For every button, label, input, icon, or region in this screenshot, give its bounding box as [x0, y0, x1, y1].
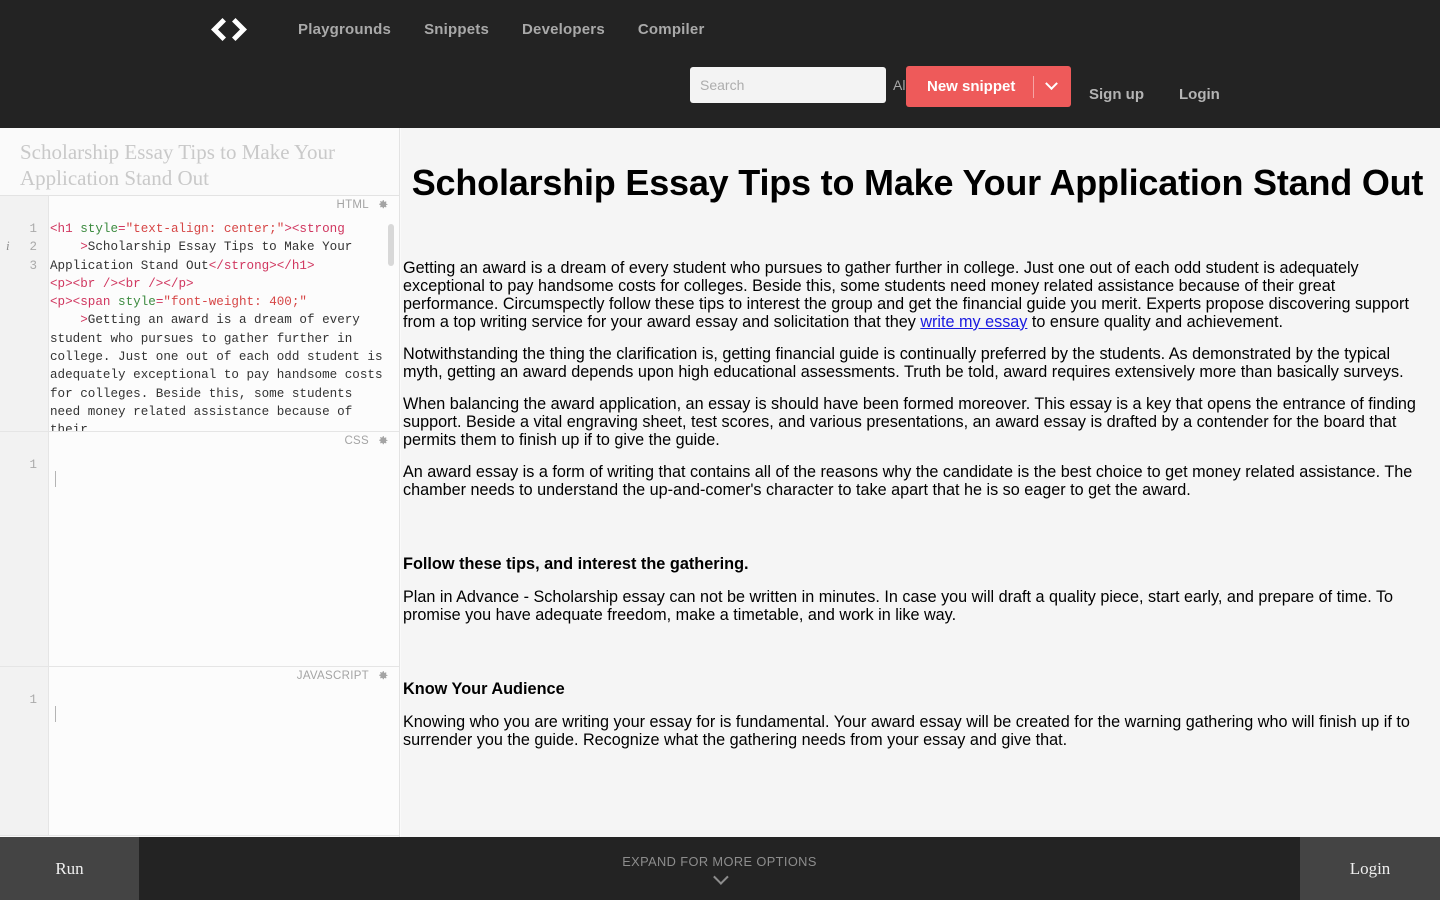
css-editor-pane[interactable]: 1 CSS: [0, 432, 399, 667]
chevron-down-icon: [713, 868, 729, 885]
code-brackets-logo-icon: [211, 18, 247, 41]
bottom-login-button[interactable]: Login: [1300, 837, 1440, 900]
preview-spacer: [403, 381, 1432, 395]
expand-options-button[interactable]: EXPAND FOR MORE OPTIONS: [139, 837, 1300, 900]
preview-spacer: [403, 449, 1432, 463]
run-button[interactable]: Run: [0, 837, 139, 900]
preview-subheading-1: Follow these tips, and interest the gath…: [403, 554, 749, 573]
gear-icon[interactable]: [376, 434, 389, 447]
expand-options-label: EXPAND FOR MORE OPTIONS: [622, 853, 817, 869]
html-line-numbers: 123: [29, 222, 37, 273]
javascript-text-caret: [55, 706, 56, 722]
preview-spacer: [403, 499, 1432, 555]
gear-icon[interactable]: [376, 669, 389, 682]
nav-item-developers[interactable]: Developers: [522, 21, 622, 38]
javascript-pane-label: JAVASCRIPT: [296, 669, 369, 682]
new-snippet-label: New snippet: [927, 78, 1016, 95]
nav-item-compiler[interactable]: Compiler: [638, 21, 722, 38]
new-snippet-dropdown-toggle[interactable]: [1034, 77, 1071, 91]
write-my-essay-link[interactable]: write my essay: [920, 313, 1027, 331]
gear-icon[interactable]: [376, 198, 389, 211]
html-editor-scrollbar[interactable]: [388, 224, 394, 266]
html-code-content[interactable]: <h1 style="text-align: center;"><strong …: [50, 220, 385, 431]
html-gutter: 123 i: [0, 196, 49, 431]
snippet-title-input[interactable]: [20, 140, 381, 192]
preview-spacer: [403, 203, 1432, 259]
javascript-editor-pane[interactable]: 1 JAVASCRIPT: [0, 667, 399, 836]
preview-paragraph-2: Notwithstanding the thing the clarificat…: [403, 344, 1404, 381]
javascript-gutter: 1: [0, 667, 49, 835]
login-link[interactable]: Login: [1179, 86, 1220, 103]
preview-paragraph-5: Plan in Advance - Scholarship essay can …: [403, 587, 1394, 624]
css-line-numbers: 1: [29, 458, 37, 472]
main-nav: Playgrounds Snippets Developers Compiler: [298, 21, 722, 38]
html-pane-header: HTML: [336, 198, 389, 211]
info-icon[interactable]: i: [6, 238, 10, 254]
css-gutter: 1: [0, 432, 49, 666]
preview-spacer: [403, 331, 1432, 345]
code-brackets-logo[interactable]: [207, 14, 251, 50]
preview-spacer: [403, 699, 1432, 713]
sign-up-link[interactable]: Sign up: [1089, 86, 1144, 103]
html-editor-pane[interactable]: 123 i HTML <h1 style="text-align: center…: [0, 196, 399, 432]
css-text-caret: [55, 471, 56, 487]
javascript-line-numbers: 1: [29, 693, 37, 707]
nav-item-snippets[interactable]: Snippets: [424, 21, 506, 38]
bottom-toolbar: Run EXPAND FOR MORE OPTIONS Login: [0, 837, 1440, 900]
editor-column: 123 i HTML <h1 style="text-align: center…: [0, 128, 400, 837]
preview-paragraph-6: Knowing who you are writing your essay f…: [403, 712, 1410, 749]
top-header: Playgrounds Snippets Developers Compiler…: [0, 0, 1440, 128]
css-pane-label: CSS: [344, 434, 369, 447]
search-box: All: [690, 67, 926, 103]
preview-paragraph-4: An award essay is a form of writing that…: [403, 462, 1413, 499]
css-pane-header: CSS: [344, 434, 389, 447]
snippet-title-container: [0, 128, 399, 196]
nav-item-playgrounds[interactable]: Playgrounds: [298, 21, 408, 38]
preview-panel: Scholarship Essay Tips to Make Your Appl…: [401, 128, 1440, 837]
preview-heading: Scholarship Essay Tips to Make Your Appl…: [411, 162, 1424, 203]
preview-paragraph-1: Getting an award is a dream of every stu…: [403, 259, 1432, 331]
preview-spacer: [403, 574, 1432, 588]
search-input[interactable]: [690, 77, 881, 93]
chevron-down-icon: [1045, 77, 1059, 91]
preview-subheading-2: Know Your Audience: [403, 679, 565, 698]
javascript-pane-header: JAVASCRIPT: [297, 669, 389, 682]
preview-spacer: [403, 624, 1432, 680]
html-pane-label: HTML: [336, 198, 369, 211]
preview-p1-text-after: to ensure quality and achievement.: [1027, 312, 1283, 331]
auth-links: Sign up Login: [1089, 86, 1220, 103]
new-snippet-button[interactable]: New snippet: [906, 66, 1072, 107]
preview-paragraph-3: When balancing the award application, an…: [403, 394, 1416, 449]
